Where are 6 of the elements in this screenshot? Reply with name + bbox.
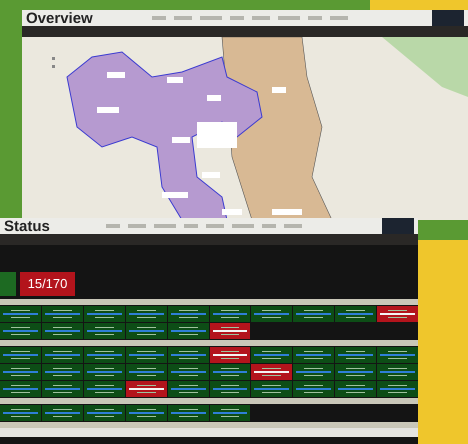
window-title: Status xyxy=(4,218,50,234)
camera-thumbnail xyxy=(382,218,414,234)
camera-thumbnail xyxy=(432,10,464,26)
status-counter xyxy=(0,272,16,296)
alarm-counter: 15/170 xyxy=(20,272,75,296)
window-title: Overview xyxy=(26,10,93,26)
